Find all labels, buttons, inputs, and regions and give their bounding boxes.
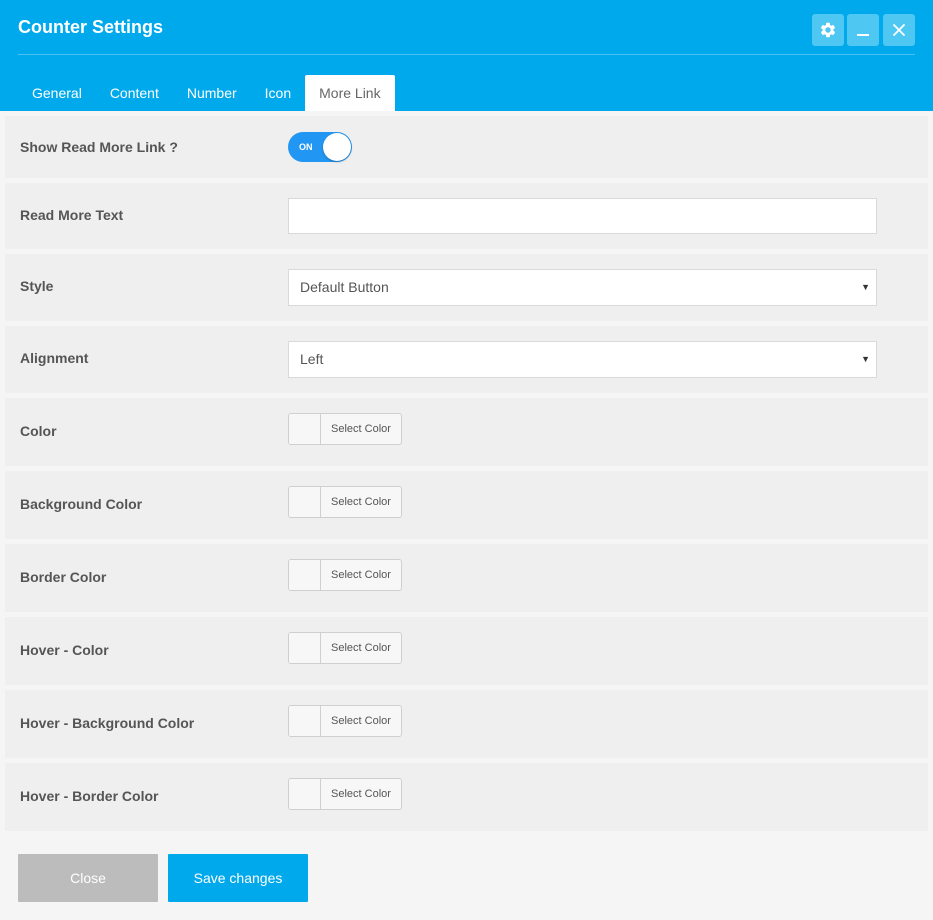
row-read-more-text: Read More Text [5,183,928,249]
hover-border-color-label: Hover - Border Color [20,788,159,804]
tab-number[interactable]: Number [173,75,251,111]
modal-header: Counter Settings General Content Number … [0,0,933,111]
style-label: Style [20,278,54,294]
hover-color-label: Hover - Color [20,642,109,658]
row-hover-border-color: Hover - Border Color Select Color [5,763,928,831]
alignment-select[interactable]: Left ▼ [288,341,877,378]
color-swatch [289,706,321,736]
row-alignment: Alignment Left ▼ [5,326,928,393]
toggle-knob [323,133,351,161]
row-hover-background-color: Hover - Background Color Select Color [5,690,928,758]
select-color-label: Select Color [331,569,391,581]
select-color-label: Select Color [331,642,391,654]
hover-color-picker-button[interactable]: Select Color [288,632,402,664]
color-picker-button[interactable]: Select Color [288,413,402,445]
alignment-select-value: Left [300,351,324,367]
tab-content[interactable]: Content [96,75,173,111]
color-swatch [289,633,321,663]
tab-more-link[interactable]: More Link [305,75,395,111]
row-color: Color Select Color [5,398,928,466]
border-color-picker-button[interactable]: Select Color [288,559,402,591]
color-swatch [289,779,321,809]
style-select-value: Default Button [300,279,389,295]
border-color-label: Border Color [20,569,107,585]
header-divider [18,54,915,55]
color-swatch [289,560,321,590]
toggle-state-text: ON [299,142,313,152]
color-label: Color [20,423,57,439]
close-button[interactable]: Close [18,854,158,902]
tab-bar: General Content Number Icon More Link [18,75,395,111]
color-swatch [289,487,321,517]
tab-icon[interactable]: Icon [251,75,305,111]
select-color-label: Select Color [331,496,391,508]
modal-title: Counter Settings [18,17,164,37]
background-color-label: Background Color [20,496,143,512]
row-show-read-more: Show Read More Link ? ON [5,116,928,178]
hover-background-color-label: Hover - Background Color [20,715,195,731]
style-select[interactable]: Default Button ▼ [288,269,877,306]
read-more-text-label: Read More Text [20,207,124,223]
tab-general[interactable]: General [18,75,96,111]
read-more-text-input[interactable] [288,198,877,234]
show-read-more-toggle[interactable]: ON [288,132,352,162]
row-style: Style Default Button ▼ [5,254,928,321]
minimize-icon [857,34,869,36]
select-color-label: Select Color [331,788,391,800]
minimize-button[interactable] [847,14,879,46]
background-color-picker-button[interactable]: Select Color [288,486,402,518]
row-border-color: Border Color Select Color [5,544,928,612]
close-icon [893,24,905,36]
color-swatch [289,414,321,444]
save-changes-button[interactable]: Save changes [168,854,308,902]
modal-footer: Close Save changes [0,831,933,920]
hover-border-color-picker-button[interactable]: Select Color [288,778,402,810]
settings-button[interactable] [812,14,844,46]
gear-icon [820,22,836,38]
select-color-label: Select Color [331,715,391,727]
alignment-label: Alignment [20,350,89,366]
caret-down-icon: ▼ [861,282,870,292]
select-color-label: Select Color [331,423,391,435]
hover-background-color-picker-button[interactable]: Select Color [288,705,402,737]
caret-down-icon: ▼ [861,354,870,364]
row-background-color: Background Color Select Color [5,471,928,539]
close-window-button[interactable] [883,14,915,46]
show-read-more-label: Show Read More Link ? [20,139,178,155]
row-hover-color: Hover - Color Select Color [5,617,928,685]
